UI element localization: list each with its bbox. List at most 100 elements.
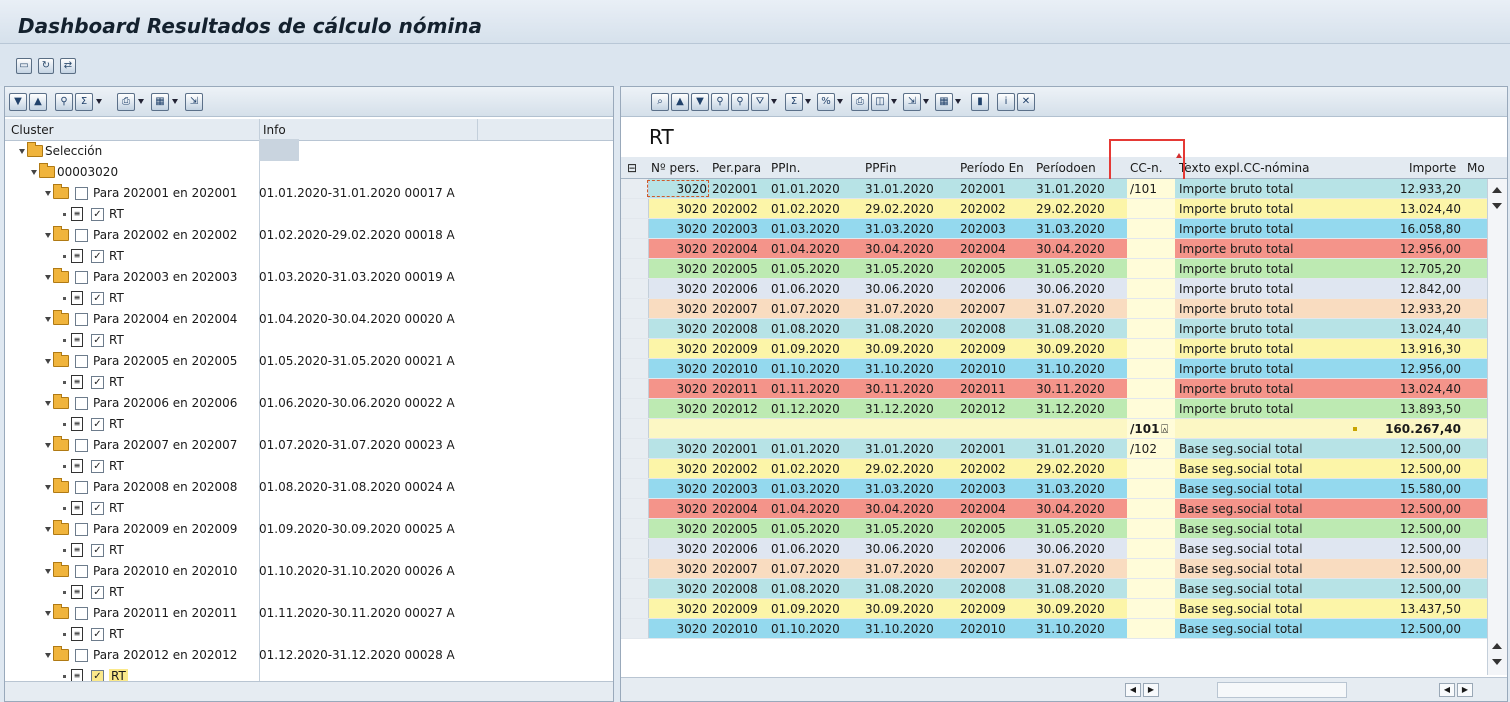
print-icon[interactable]: ⎙ [851, 93, 869, 111]
scroll-down-icon[interactable] [1492, 203, 1502, 209]
period-checkbox[interactable] [75, 187, 88, 200]
header-periodo-en[interactable]: Período En [960, 161, 1024, 175]
layout-icon[interactable]: ▦ [151, 93, 169, 111]
chevron-down-icon[interactable] [31, 170, 37, 175]
tree-node-root[interactable]: Selección [5, 141, 613, 162]
transfer-icon[interactable]: ⇄ [60, 58, 76, 74]
tree-node-period[interactable]: Para 202001 en 202001 01.01.2020-31.01.20… [5, 183, 613, 204]
details-icon[interactable]: ⌕ [651, 93, 669, 111]
views-icon[interactable]: ◫ [871, 93, 889, 111]
tree-node-rt[interactable]: ≡ ✓ RT [5, 288, 613, 309]
row-selector[interactable] [621, 339, 649, 358]
scroll-up-icon[interactable] [1492, 187, 1502, 193]
filter-icon[interactable]: ⛛ [751, 93, 769, 111]
sum-dropdown-icon[interactable] [805, 99, 811, 104]
sort-asc-icon[interactable]: ▲ [671, 93, 689, 111]
table-row[interactable]: 3020 202009 01.09.2020 30.09.2020 202009 30.0… [621, 339, 1489, 359]
table-row[interactable]: 3020 202011 01.11.2020 30.11.2020 202011 30.1… [621, 379, 1489, 399]
tree-node-rt[interactable]: ≡ ✓ RT [5, 624, 613, 645]
chevron-down-icon[interactable] [45, 653, 51, 658]
period-checkbox[interactable] [75, 565, 88, 578]
layout-dropdown-icon[interactable] [172, 99, 178, 104]
tree-node-period[interactable]: Para 202009 en 202009 01.09.2020-30.09.20… [5, 519, 613, 540]
grid-hscroll[interactable]: ◀ ▶ ◀ ▶ [621, 677, 1507, 701]
scroll-left-icon[interactable]: ◀ [1439, 683, 1455, 697]
row-selector[interactable] [621, 359, 649, 378]
filter-dropdown-icon[interactable] [771, 99, 777, 104]
row-selector[interactable] [621, 279, 649, 298]
row-selector[interactable] [621, 419, 649, 438]
table-row[interactable]: 3020 202010 01.10.2020 31.10.2020 202010 31.1… [621, 619, 1489, 639]
row-selector[interactable] [621, 319, 649, 338]
row-selector[interactable] [621, 519, 649, 538]
period-checkbox[interactable] [75, 271, 88, 284]
row-selector[interactable] [621, 379, 649, 398]
rt-checkbox[interactable]: ✓ [91, 586, 104, 599]
table-row[interactable]: 3020 202002 01.02.2020 29.02.2020 202002 29.0… [621, 459, 1489, 479]
row-selector[interactable] [621, 199, 649, 218]
table-row[interactable]: 3020 202005 01.05.2020 31.05.2020 202005 31.0… [621, 519, 1489, 539]
chevron-down-icon[interactable] [45, 443, 51, 448]
tree-node-rt[interactable]: ≡ ✓ RT [5, 456, 613, 477]
table-row[interactable]: 3020 202006 01.06.2020 30.06.2020 202006 30.0… [621, 539, 1489, 559]
table-row[interactable]: 3020 202002 01.02.2020 29.02.2020 202002 29.0… [621, 199, 1489, 219]
tree-node-period[interactable]: Para 202002 en 202002 01.02.2020-29.02.20… [5, 225, 613, 246]
chevron-down-icon[interactable] [45, 569, 51, 574]
table-total-row[interactable]: /101 160.267,40 ⍓ [621, 419, 1489, 439]
print-dropdown-icon[interactable] [138, 99, 144, 104]
print-icon[interactable]: ⎙ [117, 93, 135, 111]
chevron-down-icon[interactable] [45, 485, 51, 490]
table-row[interactable]: 3020 202003 01.03.2020 31.03.2020 202003 31.0… [621, 479, 1489, 499]
header-info[interactable]: Info [263, 123, 286, 137]
rt-checkbox[interactable]: ✓ [91, 208, 104, 221]
tree-node-period[interactable]: Para 202004 en 202004 01.04.2020-30.04.20… [5, 309, 613, 330]
scroll-up-icon[interactable] [1492, 643, 1502, 649]
rt-checkbox[interactable]: ✓ [91, 376, 104, 389]
tree-node-rt[interactable]: ≡ ✓ RT [5, 204, 613, 225]
header-pers[interactable]: Nº pers. [651, 161, 699, 175]
rt-checkbox[interactable]: ✓ [91, 628, 104, 641]
period-checkbox[interactable] [75, 481, 88, 494]
info-icon[interactable]: i [997, 93, 1015, 111]
row-selector[interactable] [621, 259, 649, 278]
row-selector[interactable] [621, 179, 649, 198]
table-row[interactable]: 3020 202006 01.06.2020 30.06.2020 202006 30.0… [621, 279, 1489, 299]
tree-node-rt[interactable]: ≡ ✓ RT [5, 498, 613, 519]
period-checkbox[interactable] [75, 607, 88, 620]
scroll-right-icon[interactable]: ▶ [1457, 683, 1473, 697]
tree-node-period[interactable]: Para 202006 en 202006 01.06.2020-30.06.20… [5, 393, 613, 414]
sum-icon[interactable]: Σ [75, 93, 93, 111]
table-row[interactable]: 3020 202004 01.04.2020 30.04.2020 202004 30.0… [621, 239, 1489, 259]
table-row[interactable]: 3020 202001 01.01.2020 31.01.2020 202001 31.0… [621, 439, 1489, 459]
tree-node-rt[interactable]: ≡ ✓ RT [5, 540, 613, 561]
tree-node-rt[interactable]: ≡ ✓ RT [5, 330, 613, 351]
row-selector[interactable] [621, 599, 649, 618]
find-icon[interactable]: ⚲ [711, 93, 729, 111]
display-icon[interactable]: ▭ [16, 58, 32, 74]
chevron-down-icon[interactable] [45, 401, 51, 406]
close-icon[interactable]: ✕ [1017, 93, 1035, 111]
tree-node-period[interactable]: Para 202003 en 202003 01.03.2020-31.03.20… [5, 267, 613, 288]
refresh-icon[interactable]: ↻ [38, 58, 54, 74]
period-checkbox[interactable] [75, 523, 88, 536]
tree-node-rt[interactable]: ≡ ✓ RT [5, 246, 613, 267]
row-selector[interactable] [621, 439, 649, 458]
expand-all-icon[interactable]: ▼ [9, 93, 27, 111]
table-row[interactable]: 3020 202001 01.01.2020 31.01.2020 202001 31.0… [621, 179, 1489, 199]
collapse-all-icon[interactable]: ▲ [29, 93, 47, 111]
tree-node-period[interactable]: Para 202010 en 202010 01.10.2020-31.10.20… [5, 561, 613, 582]
row-selector[interactable] [621, 479, 649, 498]
chevron-down-icon[interactable] [45, 317, 51, 322]
tree-node-period[interactable]: Para 202005 en 202005 01.05.2020-31.05.20… [5, 351, 613, 372]
table-row[interactable]: 3020 202012 01.12.2020 31.12.2020 202012 31.1… [621, 399, 1489, 419]
subtotal-dropdown-icon[interactable] [837, 99, 843, 104]
tree-node-period[interactable]: Para 202007 en 202007 01.07.2020-31.07.20… [5, 435, 613, 456]
header-ppin[interactable]: PPIn. [771, 161, 800, 175]
period-checkbox[interactable] [75, 439, 88, 452]
header-texto[interactable]: Texto expl.CC-nómina [1179, 161, 1309, 175]
row-selector[interactable] [621, 459, 649, 478]
tree-node-period[interactable]: Para 202011 en 202011 01.11.2020-30.11.20… [5, 603, 613, 624]
layout-icon[interactable]: ▦ [935, 93, 953, 111]
tree-node-person[interactable]: 00003020 [5, 162, 613, 183]
rt-checkbox[interactable]: ✓ [91, 544, 104, 557]
